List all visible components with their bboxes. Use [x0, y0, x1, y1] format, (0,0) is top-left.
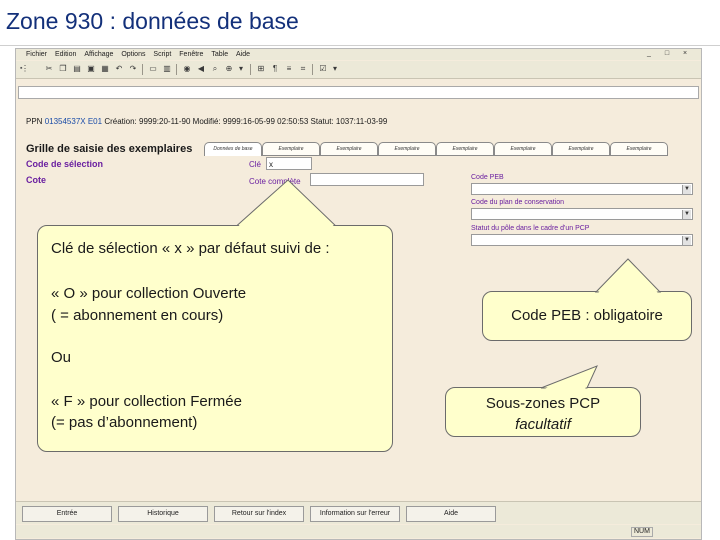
callout-text: « F » pour collection Fermée	[51, 393, 242, 410]
menu-item-script[interactable]: Script	[153, 49, 171, 60]
dropdown-icon[interactable]: ▾	[236, 64, 246, 74]
list-icon[interactable]: ≡	[284, 64, 294, 74]
menu-item-aide[interactable]: Aide	[236, 49, 250, 60]
chevron-down-icon[interactable]: ▼	[682, 236, 691, 245]
num-lock-indicator: NUM	[631, 527, 653, 537]
callout-text: facultatif	[515, 416, 571, 433]
document-icon[interactable]: ▭	[148, 64, 158, 74]
ppn-value: 01354537X E01	[44, 117, 103, 126]
code-plan-label: Code du plan de conservation	[471, 199, 565, 206]
cote-label: Cote	[26, 175, 46, 185]
record-meta: Création: 9999:20-11-90 Modifié: 9999:16…	[104, 117, 388, 126]
slide-title: Zone 930 : données de base	[6, 8, 299, 34]
tab-exemplaire[interactable]: Exemplaire	[610, 142, 668, 156]
print-icon[interactable]: ▦	[100, 64, 110, 74]
cut-icon[interactable]: ✂	[44, 64, 54, 74]
callout-pointer	[540, 365, 598, 389]
historique-button[interactable]: Historique	[118, 506, 208, 522]
toolbar-separator	[312, 64, 313, 75]
table-icon[interactable]: ▥	[162, 64, 172, 74]
tab-exemplaire[interactable]: Exemplaire	[552, 142, 610, 156]
cle-input[interactable]: x	[266, 157, 312, 170]
toolbar-separator	[176, 64, 177, 75]
information-erreur-button[interactable]: Information sur l'erreur	[310, 506, 400, 522]
grid-icon[interactable]: ⊞	[256, 64, 266, 74]
menu-item-affichage[interactable]: Affichage	[84, 49, 113, 60]
retour-index-button[interactable]: Retour sur l'index	[214, 506, 304, 522]
callout-pointer-cover	[234, 182, 338, 230]
statut-pole-label: Statut du pôle dans le cadre d'un PCP	[471, 225, 590, 232]
tab-exemplaire[interactable]: Exemplaire	[436, 142, 494, 156]
tab-exemplaire[interactable]: Exemplaire	[262, 142, 320, 156]
toolbar: ⋮ ✂ ❐ ▤ ▣ ▦ ↶ ↷ ▭ ▥ ◉ ◀ ⌕ ⊕ ▾ ⊞ ¶ ≡ ⌗ ☑ …	[16, 61, 701, 79]
menu-item-edition[interactable]: Edition	[55, 49, 76, 60]
code-peb-select[interactable]: ▼	[471, 183, 693, 195]
code-selection-label: Code de sélection	[26, 159, 104, 169]
callout-text: Clé de sélection « x » par défaut suivi …	[51, 240, 330, 257]
text-icon[interactable]: ¶	[270, 64, 280, 74]
chevron-down-icon[interactable]: ▼	[682, 185, 691, 194]
close-button[interactable]: ×	[678, 49, 692, 59]
tab-donnees-de-base[interactable]: Données de base	[204, 142, 262, 156]
title-divider	[0, 45, 720, 46]
redo-icon[interactable]: ↷	[128, 64, 138, 74]
callout-text: ( = abonnement en cours)	[51, 307, 224, 324]
tab-exemplaire[interactable]: Exemplaire	[320, 142, 378, 156]
menu-item-fichier[interactable]: Fichier	[26, 49, 47, 60]
menu-item-options[interactable]: Options	[121, 49, 145, 60]
toolbar-separator	[142, 64, 143, 75]
record-icon[interactable]: ◉	[182, 64, 192, 74]
search-icon[interactable]: ⌕	[210, 64, 220, 74]
code-peb-label: Code PEB	[471, 174, 504, 181]
menu-item-table[interactable]: Table	[211, 49, 228, 60]
button-bar: Entrée Historique Retour sur l'index Inf…	[16, 501, 701, 524]
callout-text: (= pas d’abonnement)	[51, 414, 198, 431]
statut-pole-select[interactable]: ▼	[471, 234, 693, 246]
menu-bar: Fichier Edition Affichage Options Script…	[16, 49, 701, 60]
paste-icon[interactable]: ▤	[72, 64, 82, 74]
callout-pointer	[594, 258, 662, 293]
save-icon[interactable]: ▣	[86, 64, 96, 74]
restore-button[interactable]: □	[660, 49, 674, 59]
entree-button[interactable]: Entrée	[22, 506, 112, 522]
callout-text: « O » pour collection Ouverte	[51, 285, 247, 302]
validate-icon[interactable]: ☑	[318, 64, 328, 74]
dropdown-icon[interactable]: ▾	[330, 64, 340, 74]
cle-selection-callout: Clé de sélection « x » par défaut suivi …	[37, 225, 393, 452]
copy-icon[interactable]: ❐	[58, 64, 68, 74]
tab-exemplaire[interactable]: Exemplaire	[378, 142, 436, 156]
toolbar-separator	[250, 64, 251, 75]
callout-text: Code PEB : obligatoire	[511, 307, 663, 324]
command-line-input[interactable]	[18, 86, 699, 99]
back-icon[interactable]: ◀	[196, 64, 206, 74]
tab-exemplaire[interactable]: Exemplaire	[494, 142, 552, 156]
side-panel-icon: ▪	[20, 65, 23, 72]
chevron-down-icon[interactable]: ▼	[682, 210, 691, 219]
status-bar: NUM	[16, 525, 701, 538]
record-header: PPN 01354537X E01 Création: 9999:20-11-9…	[26, 117, 387, 126]
minimize-button[interactable]: _	[642, 49, 656, 59]
menu-item-fenetre[interactable]: Fenêtre	[179, 49, 203, 60]
callout-text: Ou	[51, 349, 72, 366]
aide-button[interactable]: Aide	[406, 506, 496, 522]
cle-label: Clé	[249, 160, 262, 169]
code-plan-select[interactable]: ▼	[471, 208, 693, 220]
grid-title: Grille de saisie des exemplaires	[26, 143, 193, 155]
undo-icon[interactable]: ↶	[114, 64, 124, 74]
zoom-icon[interactable]: ⊕	[224, 64, 234, 74]
tag-icon[interactable]: ⌗	[298, 64, 308, 74]
ppn-label: PPN	[26, 117, 43, 126]
